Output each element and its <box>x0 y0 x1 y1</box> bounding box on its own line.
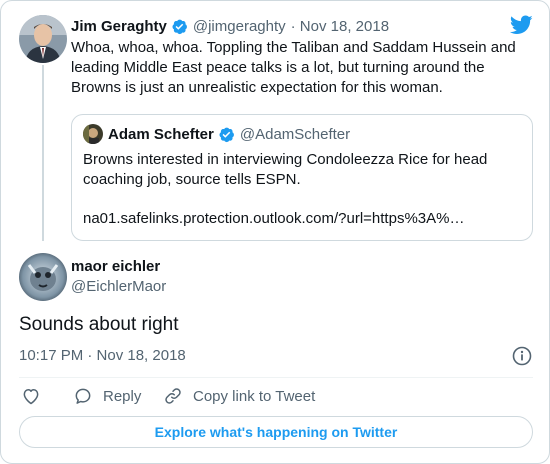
embedded-quote-text: Browns interested in interviewing Condol… <box>83 151 488 188</box>
embedded-author-handle: @AdamSchefter <box>239 125 351 143</box>
copy-link-button[interactable]: Copy link to Tweet <box>163 386 315 406</box>
author-handle[interactable]: @jimgeraghty <box>193 18 286 35</box>
tweet-timestamp[interactable]: 10:17 PM · Nov 18, 2018 <box>19 347 186 364</box>
divider <box>19 377 533 378</box>
embedded-author-name: Adam Schefter <box>108 125 214 143</box>
reply-button[interactable]: Reply <box>73 386 141 406</box>
verified-badge-icon <box>218 126 235 143</box>
avatar-jim-geraghty[interactable] <box>19 15 67 63</box>
tweet-date[interactable]: · Nov 18, 2018 <box>291 18 389 35</box>
copy-link-label: Copy link to Tweet <box>193 387 316 405</box>
link-icon <box>165 388 181 404</box>
main-author-handle[interactable]: @EichlerMaor <box>71 278 166 295</box>
reply-label: Reply <box>103 387 142 405</box>
avatar-maor-eichler[interactable] <box>19 253 67 301</box>
embedded-quote-link[interactable]: na01.safelinks.protection.outlook.com/?u… <box>83 209 523 229</box>
thread-line <box>42 65 44 241</box>
heart-icon <box>23 389 39 405</box>
embedded-quote-header: Adam Schefter @AdamSchefter <box>108 124 350 144</box>
main-author-name[interactable]: maor eichler <box>71 258 160 275</box>
verified-badge-icon <box>171 18 188 35</box>
avatar-adam-schefter <box>83 124 103 144</box>
embedded-quote[interactable]: Adam Schefter @AdamSchefter Browns inter… <box>71 114 533 241</box>
quoted-tweet-header: Jim Geraghty @jimgeraghty · Nov 18, 2018 <box>71 16 389 36</box>
explore-button[interactable]: Explore what's happening on Twitter <box>19 416 533 448</box>
quoted-tweet-text: Whoa, whoa, whoa. Toppling the Taliban a… <box>71 39 516 96</box>
twitter-bird-icon[interactable] <box>509 15 533 40</box>
like-button[interactable] <box>21 386 41 411</box>
author-name[interactable]: Jim Geraghty <box>71 18 167 35</box>
tweet-embed-card: Jim Geraghty @jimgeraghty · Nov 18, 2018… <box>0 0 550 464</box>
reply-bubble-icon <box>75 388 91 404</box>
info-icon[interactable] <box>512 346 532 371</box>
main-tweet-text: Sounds about right <box>19 314 179 335</box>
